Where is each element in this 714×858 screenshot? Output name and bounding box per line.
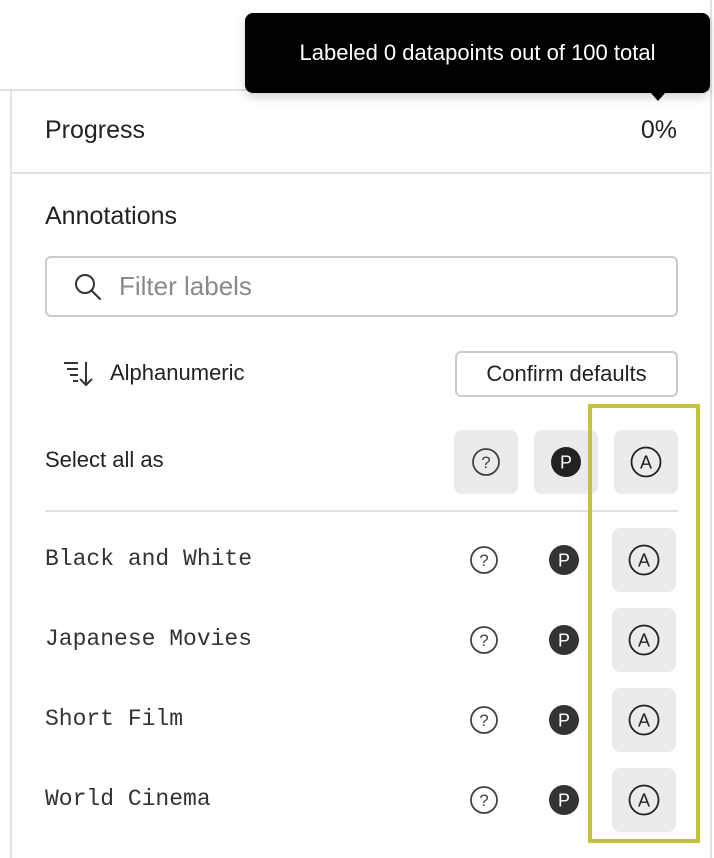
filter-labels-field[interactable] (45, 256, 678, 317)
label-present-button[interactable]: P (532, 528, 596, 592)
progress-divider (12, 172, 710, 174)
svg-text:?: ? (481, 453, 490, 472)
svg-text:A: A (638, 791, 650, 811)
confirm-defaults-button[interactable]: Confirm defaults (455, 351, 678, 397)
label-absent-button[interactable]: A (612, 528, 676, 592)
question-circle-icon: ? (470, 626, 498, 654)
svg-text:A: A (638, 551, 650, 571)
label-unknown-button[interactable]: ? (452, 528, 516, 592)
question-circle-icon: ? (470, 706, 498, 734)
a-circle-outline-icon: A (628, 544, 660, 576)
annotations-title: Annotations (45, 202, 178, 230)
select-all-absent-button[interactable]: A (614, 430, 678, 494)
select-all-present-button[interactable]: P (534, 430, 598, 494)
left-panel-border (10, 90, 12, 858)
label-name: World Cinema (45, 786, 211, 812)
label-absent-button[interactable]: A (612, 768, 676, 832)
progress-label: Progress (45, 116, 146, 144)
right-panel-border (710, 0, 712, 858)
svg-text:A: A (638, 711, 650, 731)
svg-text:A: A (638, 631, 650, 651)
a-circle-outline-icon: A (628, 704, 660, 736)
label-present-button[interactable]: P (532, 688, 596, 752)
label-name: Japanese Movies (45, 626, 253, 652)
svg-text:P: P (558, 631, 570, 651)
label-absent-button[interactable]: A (612, 688, 676, 752)
question-circle-icon: ? (472, 448, 500, 476)
search-icon (75, 273, 101, 300)
svg-text:A: A (640, 453, 652, 473)
label-unknown-button[interactable]: ? (452, 768, 516, 832)
label-present-button[interactable]: P (532, 768, 596, 832)
select-all-divider (45, 510, 678, 512)
p-circle-filled-icon: P (551, 447, 581, 477)
sort-alphanumeric-button[interactable]: Alphanumeric (62, 358, 245, 388)
label-present-button[interactable]: P (532, 608, 596, 672)
label-absent-button[interactable]: A (612, 608, 676, 672)
label-unknown-button[interactable]: ? (452, 688, 516, 752)
question-circle-icon: ? (470, 786, 498, 814)
tooltip-text: Labeled 0 datapoints out of 100 total (299, 40, 656, 65)
label-name: Black and White (45, 546, 253, 572)
p-circle-filled-icon: P (549, 545, 579, 575)
svg-text:P: P (560, 453, 572, 473)
p-circle-filled-icon: P (549, 785, 579, 815)
sort-label: Alphanumeric (110, 360, 245, 385)
select-all-label: Select all as (45, 447, 164, 472)
question-circle-icon: ? (470, 546, 498, 574)
tooltip-arrow (650, 92, 666, 101)
p-circle-filled-icon: P (549, 705, 579, 735)
progress-value[interactable]: 0% (641, 116, 677, 145)
a-circle-outline-icon: A (628, 784, 660, 816)
svg-text:?: ? (479, 631, 488, 650)
p-circle-filled-icon: P (549, 625, 579, 655)
svg-text:P: P (558, 551, 570, 571)
a-circle-outline-icon: A (630, 446, 662, 478)
svg-text:P: P (558, 711, 570, 731)
label-unknown-button[interactable]: ? (452, 608, 516, 672)
filter-labels-input[interactable] (119, 271, 639, 302)
select-all-unknown-button[interactable]: ? (454, 430, 518, 494)
progress-tooltip: Labeled 0 datapoints out of 100 total (245, 13, 710, 93)
label-name: Short Film (45, 706, 184, 732)
svg-text:?: ? (479, 711, 488, 730)
svg-text:P: P (558, 791, 570, 811)
svg-text:?: ? (479, 791, 488, 810)
svg-text:?: ? (479, 551, 488, 570)
a-circle-outline-icon: A (628, 624, 660, 656)
sort-descending-icon (64, 362, 93, 387)
